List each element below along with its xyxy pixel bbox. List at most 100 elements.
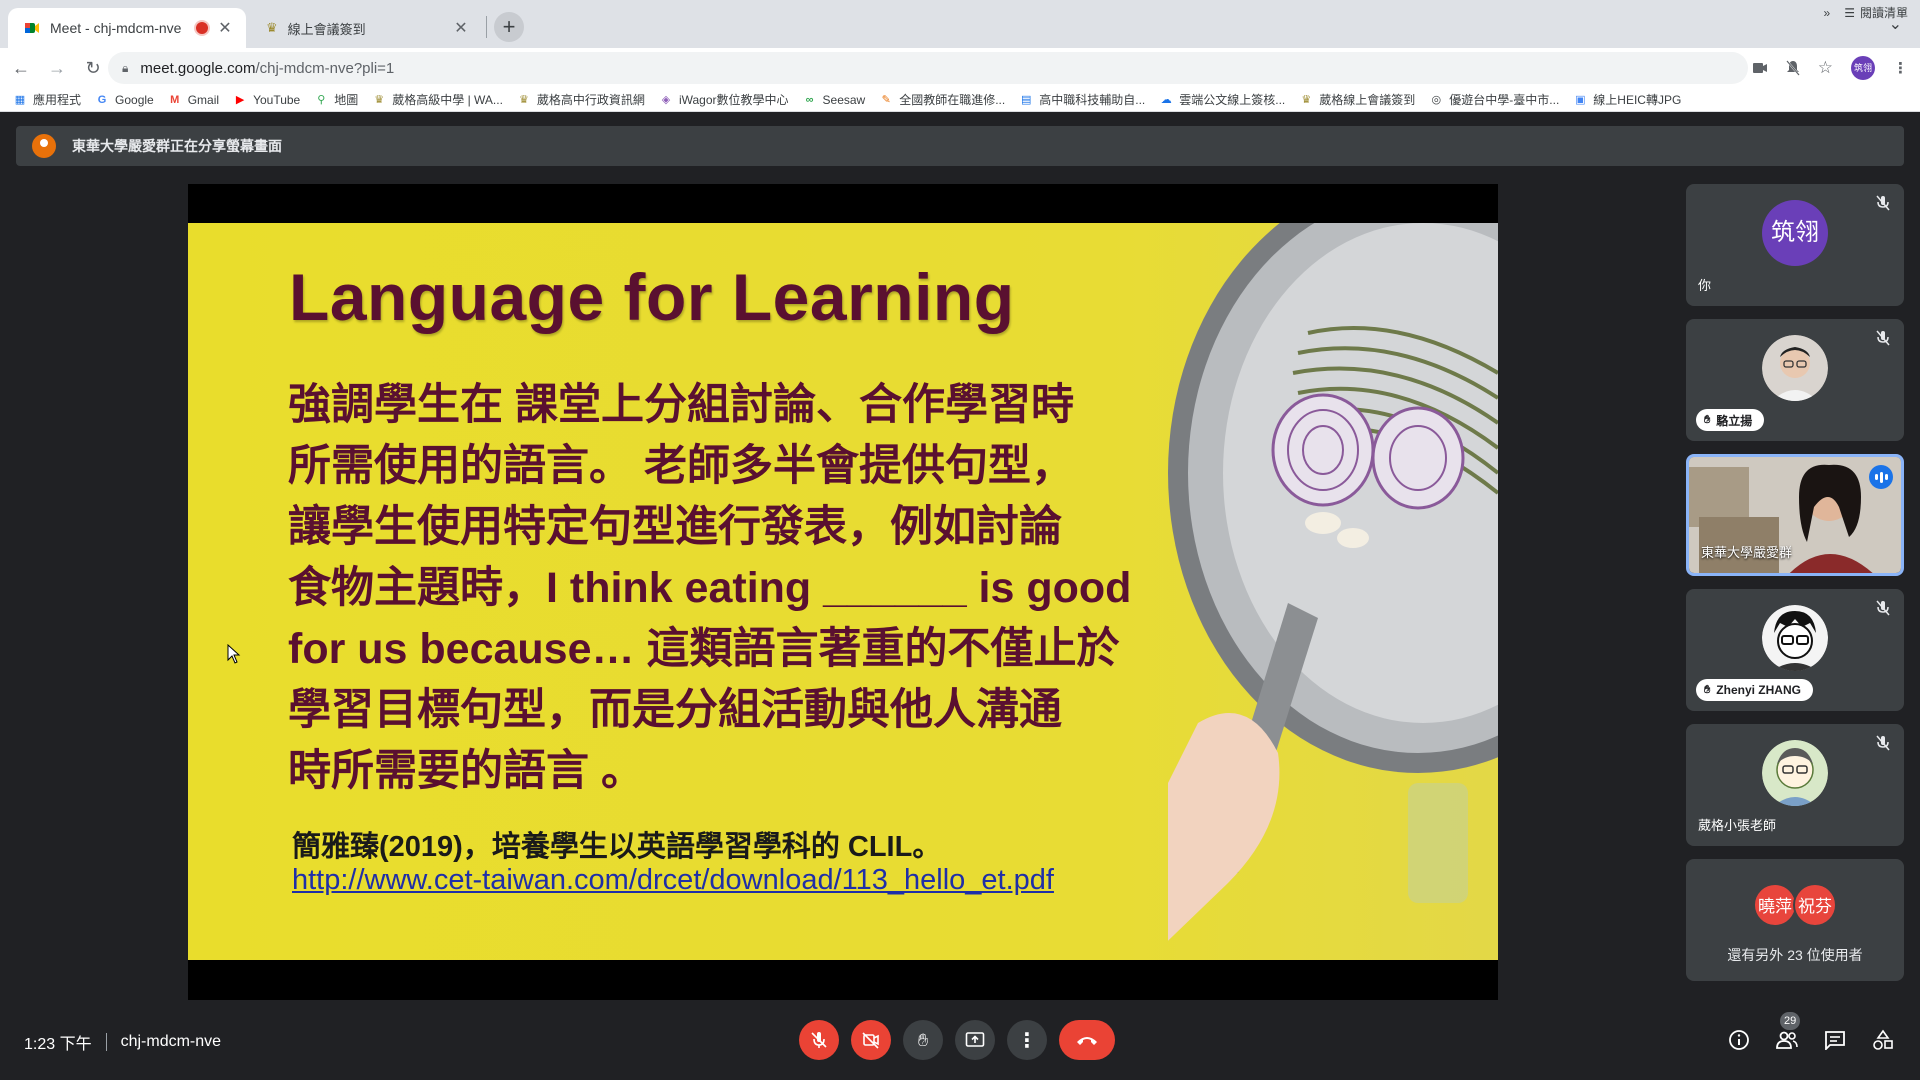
tab-close-icon[interactable]: ✕ xyxy=(452,18,470,38)
tab-meet[interactable]: Meet - chj-mdcm-nve ✕ xyxy=(8,8,246,48)
reload-button[interactable]: ↻ xyxy=(78,53,108,83)
youtube-icon: ▶ xyxy=(235,93,245,106)
slide-title: Language for Learning xyxy=(289,260,1015,334)
microphone-toggle-button[interactable] xyxy=(799,1020,839,1060)
raise-hand-button[interactable]: ✋︎ xyxy=(903,1020,943,1060)
more-options-button[interactable]: ⋮ xyxy=(1007,1020,1047,1060)
participant-name: Zhenyi ZHANG xyxy=(1716,683,1801,697)
slide-body: 強調學生在 課堂上分組討論、合作學習時 所需使用的語言。 老師多半會提供句型， … xyxy=(288,381,1132,795)
bookmark-item[interactable]: M Gmail xyxy=(167,93,219,107)
people-count-badge: 29 xyxy=(1780,1012,1801,1030)
slide-citation: 簡雅臻(2019)，培養學生以英語學習學科的 CLIL。 xyxy=(292,831,942,863)
leave-call-button[interactable] xyxy=(1059,1020,1115,1060)
presenting-text: 東華大學嚴愛群正在分享螢幕畫面 xyxy=(72,138,282,154)
back-button[interactable]: ← xyxy=(6,53,36,83)
participant-tile-zhenyi[interactable]: ✋︎ Zhenyi ZHANG xyxy=(1686,589,1904,711)
meeting-details: 1:23 下午 chj-mdcm-nve xyxy=(24,1030,221,1054)
bookmark-label: iWagor數位教學中心 xyxy=(678,93,789,107)
bookmark-item[interactable]: ▦ 應用程式 xyxy=(12,91,81,108)
avatar xyxy=(1762,605,1828,671)
bookmark-label: 葳格高中行政資訊網 xyxy=(536,93,645,107)
people-icon xyxy=(1776,1031,1798,1049)
globe-icon: ◎ xyxy=(1431,93,1442,106)
speaking-indicator-icon xyxy=(1869,465,1893,489)
bookmark-label: 高中職科技輔助自... xyxy=(1039,93,1146,107)
forward-button[interactable]: → xyxy=(42,53,72,83)
activities-button[interactable] xyxy=(1871,1028,1895,1052)
address-bar[interactable]: 🔒︎ meet.google.com/chj-mdcm-nve?pli=1 xyxy=(108,52,1748,84)
bookmark-item[interactable]: ▤ 高中職科技輔助自... xyxy=(1018,91,1145,108)
browser-tab-strip: Meet - chj-mdcm-nve ✕ ♛ 線上會議簽到 ✕ + ⌄ xyxy=(0,0,1920,48)
school-favicon-icon: ♛ xyxy=(266,20,278,35)
bookmark-label: 應用程式 xyxy=(33,93,82,107)
seesaw-icon: ∞ xyxy=(805,93,814,106)
url-host: meet.google.com xyxy=(140,59,256,77)
bookmark-label: 葳格線上會議簽到 xyxy=(1319,93,1416,107)
raised-hand-chip: ✋︎ 駱立揚 xyxy=(1696,409,1765,431)
bookmark-item[interactable]: ∞ Seesaw xyxy=(802,93,866,107)
bookmark-item[interactable]: ▶ YouTube xyxy=(232,93,300,107)
bookmark-item[interactable]: ♛ 葳格線上會議簽到 xyxy=(1298,91,1415,108)
info-icon xyxy=(1729,1030,1749,1050)
reading-list-label: 閱讀清單 xyxy=(1859,6,1908,20)
present-screen-icon xyxy=(965,1032,985,1047)
chat-button[interactable] xyxy=(1823,1028,1847,1052)
bookmark-item[interactable]: ▣ 線上HEIC轉JPG xyxy=(1572,91,1681,108)
presenting-banner: 東華大學嚴愛群正在分享螢幕畫面 xyxy=(16,126,1904,166)
bookmark-label: 葳格高級中學 | WA... xyxy=(392,93,503,107)
divider xyxy=(105,1033,107,1051)
new-tab-button[interactable]: + xyxy=(494,12,524,42)
meeting-details-button[interactable] xyxy=(1727,1028,1751,1052)
mic-off-icon xyxy=(811,1032,827,1048)
meeting-code: chj-mdcm-nve xyxy=(120,1033,222,1050)
raised-hand-icon: ✋︎ xyxy=(1704,683,1711,696)
bookmark-item[interactable]: ♛ 葳格高中行政資訊網 xyxy=(516,91,645,108)
others-avatar: 曉萍 xyxy=(1753,883,1797,927)
bookmark-label: 地圖 xyxy=(334,93,359,107)
tab-title: 線上會議簽到 xyxy=(287,21,366,37)
bookmark-item[interactable]: ⚲ 地圖 xyxy=(313,91,358,108)
participant-tile-luo[interactable]: ✋︎ 駱立揚 xyxy=(1686,319,1904,441)
raised-hand-chip: ✋︎ Zhenyi ZHANG xyxy=(1696,679,1813,701)
more-bookmarks-button[interactable]: » xyxy=(1824,6,1831,20)
maps-icon: ⚲ xyxy=(317,93,326,106)
mouse-cursor-icon xyxy=(227,644,241,664)
bookmark-item[interactable]: ✎ 全國教師在職進修... xyxy=(878,91,1006,108)
bookmark-item[interactable]: ◈ iWagor數位教學中心 xyxy=(658,91,789,108)
camera-in-use-icon[interactable] xyxy=(1752,61,1768,75)
participant-name: 駱立揚 xyxy=(1716,413,1753,428)
show-everyone-button[interactable] xyxy=(1775,1028,1799,1052)
bookmark-star-icon[interactable]: ☆ xyxy=(1818,58,1833,78)
reading-list-button[interactable]: ☰ 閱讀清單 xyxy=(1844,4,1908,21)
tab-close-icon[interactable]: ✕ xyxy=(216,18,234,38)
bookmark-item[interactable]: G Google xyxy=(94,93,154,107)
bookmark-label: 雲端公文線上簽核... xyxy=(1179,93,1286,107)
reading-list-icon: ☰ xyxy=(1844,5,1855,20)
profile-avatar[interactable]: 筑翎 xyxy=(1851,56,1875,80)
shared-screen[interactable]: Language for Learning 強調學生在 課堂上分組討論、合作學習… xyxy=(188,184,1498,1000)
camera-toggle-button[interactable] xyxy=(851,1020,891,1060)
bookmark-item[interactable]: ♛ 葳格高級中學 | WA... xyxy=(371,91,503,108)
hang-up-icon xyxy=(1077,1037,1097,1045)
iwagor-icon: ◈ xyxy=(661,93,671,106)
camera-off-icon xyxy=(862,1032,879,1049)
participant-tile-self[interactable]: 筑翎 你 xyxy=(1686,184,1904,306)
tab-title: Meet - chj-mdcm-nve xyxy=(50,20,182,36)
current-time: 1:23 下午 xyxy=(24,1036,92,1053)
tab-sign-in[interactable]: ♛ 線上會議簽到 ✕ xyxy=(250,8,482,48)
mic-off-icon xyxy=(1876,600,1890,616)
participant-tile-presenter[interactable]: 東華大學嚴愛群 xyxy=(1686,454,1904,576)
notifications-off-icon[interactable] xyxy=(1785,60,1800,76)
bookmark-item[interactable]: ◎ 優遊台中學-臺中市... xyxy=(1428,91,1559,108)
present-now-button[interactable] xyxy=(955,1020,995,1060)
others-tile[interactable]: 曉萍 祝芬 還有另外 23 位使用者 xyxy=(1686,859,1904,981)
participant-tile-zhang[interactable]: 葳格小張老師 xyxy=(1686,724,1904,846)
raised-hand-icon: ✋︎ xyxy=(1704,413,1711,426)
presenter-avatar-icon xyxy=(32,134,56,158)
recording-indicator-icon xyxy=(196,22,208,34)
school-icon: ♛ xyxy=(374,93,385,106)
bookmark-item[interactable]: ☁ 雲端公文線上簽核... xyxy=(1158,91,1286,108)
activities-shapes-icon xyxy=(1873,1029,1893,1050)
browser-menu-icon[interactable]: ⋮ xyxy=(1893,59,1908,77)
more-vert-icon: ⋮ xyxy=(1017,1029,1037,1052)
